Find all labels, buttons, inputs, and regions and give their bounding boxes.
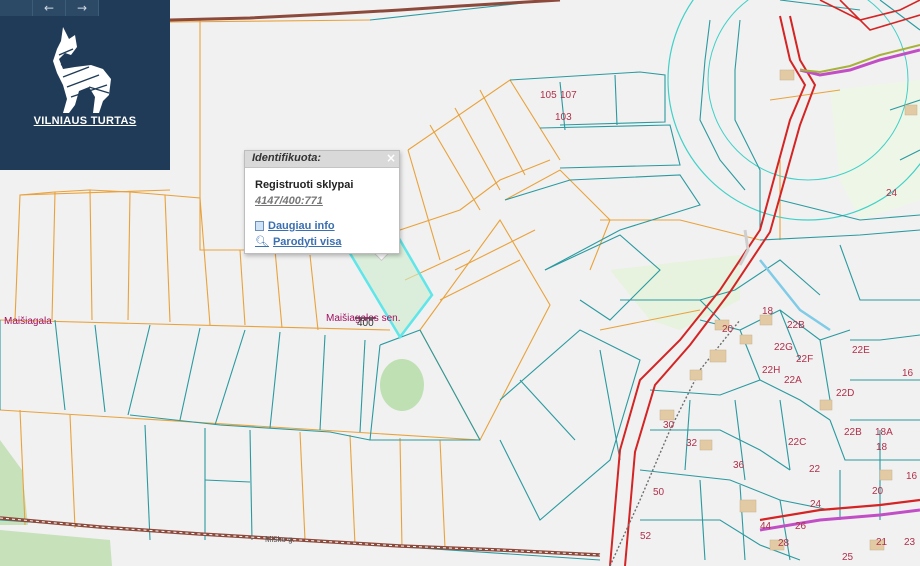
parcel-number: 44 [760,521,772,532]
parcel-number: 16 [906,471,918,482]
show-all-label: Parodyti visa [272,235,342,248]
parcel-number: 25 [842,552,854,563]
logo-text[interactable]: VILNIAUS TURTAS [0,115,170,127]
document-icon [255,221,264,231]
parcel-number: 107 [560,90,577,101]
more-info-link[interactable]: Daugiau info [255,220,335,232]
back-button[interactable]: ← [33,0,66,16]
identify-popup: Identifikuota: × Registruoti sklypai 414… [244,150,400,254]
parcel-number: 24 [810,499,822,510]
popup-header: Identifikuota: × [245,151,399,168]
parcel-number: 22E [852,345,870,356]
forward-button[interactable]: → [66,0,99,16]
parcel-number: 30 [663,420,675,431]
parcel-number: 18A [875,427,893,438]
parcel-number: 105 [540,90,557,101]
parcel-number: 22F [796,354,814,365]
show-all-link[interactable]: 🔍︎ Parodyti visa [255,235,341,248]
parcel-number: 36 [733,460,745,471]
parcel-number: 22C [788,437,807,448]
parcel-number: 24 [886,188,898,199]
parcel-number: 103 [555,112,572,123]
parcel-number: 20 [872,486,884,497]
logo-panel: ← → VILNIAUS TURTAS [0,0,170,170]
close-icon[interactable]: × [386,151,396,165]
place-label-maisiagala: Maišiagala [4,316,52,327]
parcel-number: 22B [844,427,862,438]
search-icon: 🔍︎ [255,235,269,248]
parcel-id-link[interactable]: 4147/400:771 [255,195,323,207]
parcel-number: 50 [653,487,665,498]
parcel-number: 32 [686,438,698,449]
wolf-logo-icon [53,27,111,113]
parcel-number: 26 [795,521,807,532]
parcel-number: 23 [904,537,916,548]
parcel-number: 16 [902,368,914,379]
parcel-number: 22H [762,365,781,376]
popup-title: Identifikuota: [252,152,322,164]
parcel-number: 400 [357,318,374,329]
map-nav-left[interactable] [0,0,33,16]
more-info-label: Daugiau info [268,220,335,232]
parcel-number: 22A [784,375,802,386]
parcel-number: 52 [640,531,652,542]
parcel-number: 28 [778,538,790,549]
parcel-number: 20 [722,324,734,335]
parcel-number: 18 [762,306,774,317]
road-label: Miško g. [265,535,295,544]
parcel-number: 22D [836,388,855,399]
popup-layer-name: Registruoti sklypai [255,179,354,191]
parcel-number: 22B [787,320,805,331]
parcel-number: 22G [774,342,793,353]
parcel-number: 21 [876,537,888,548]
parcel-number: 18 [876,442,888,453]
parcel-number: 22 [809,464,821,475]
